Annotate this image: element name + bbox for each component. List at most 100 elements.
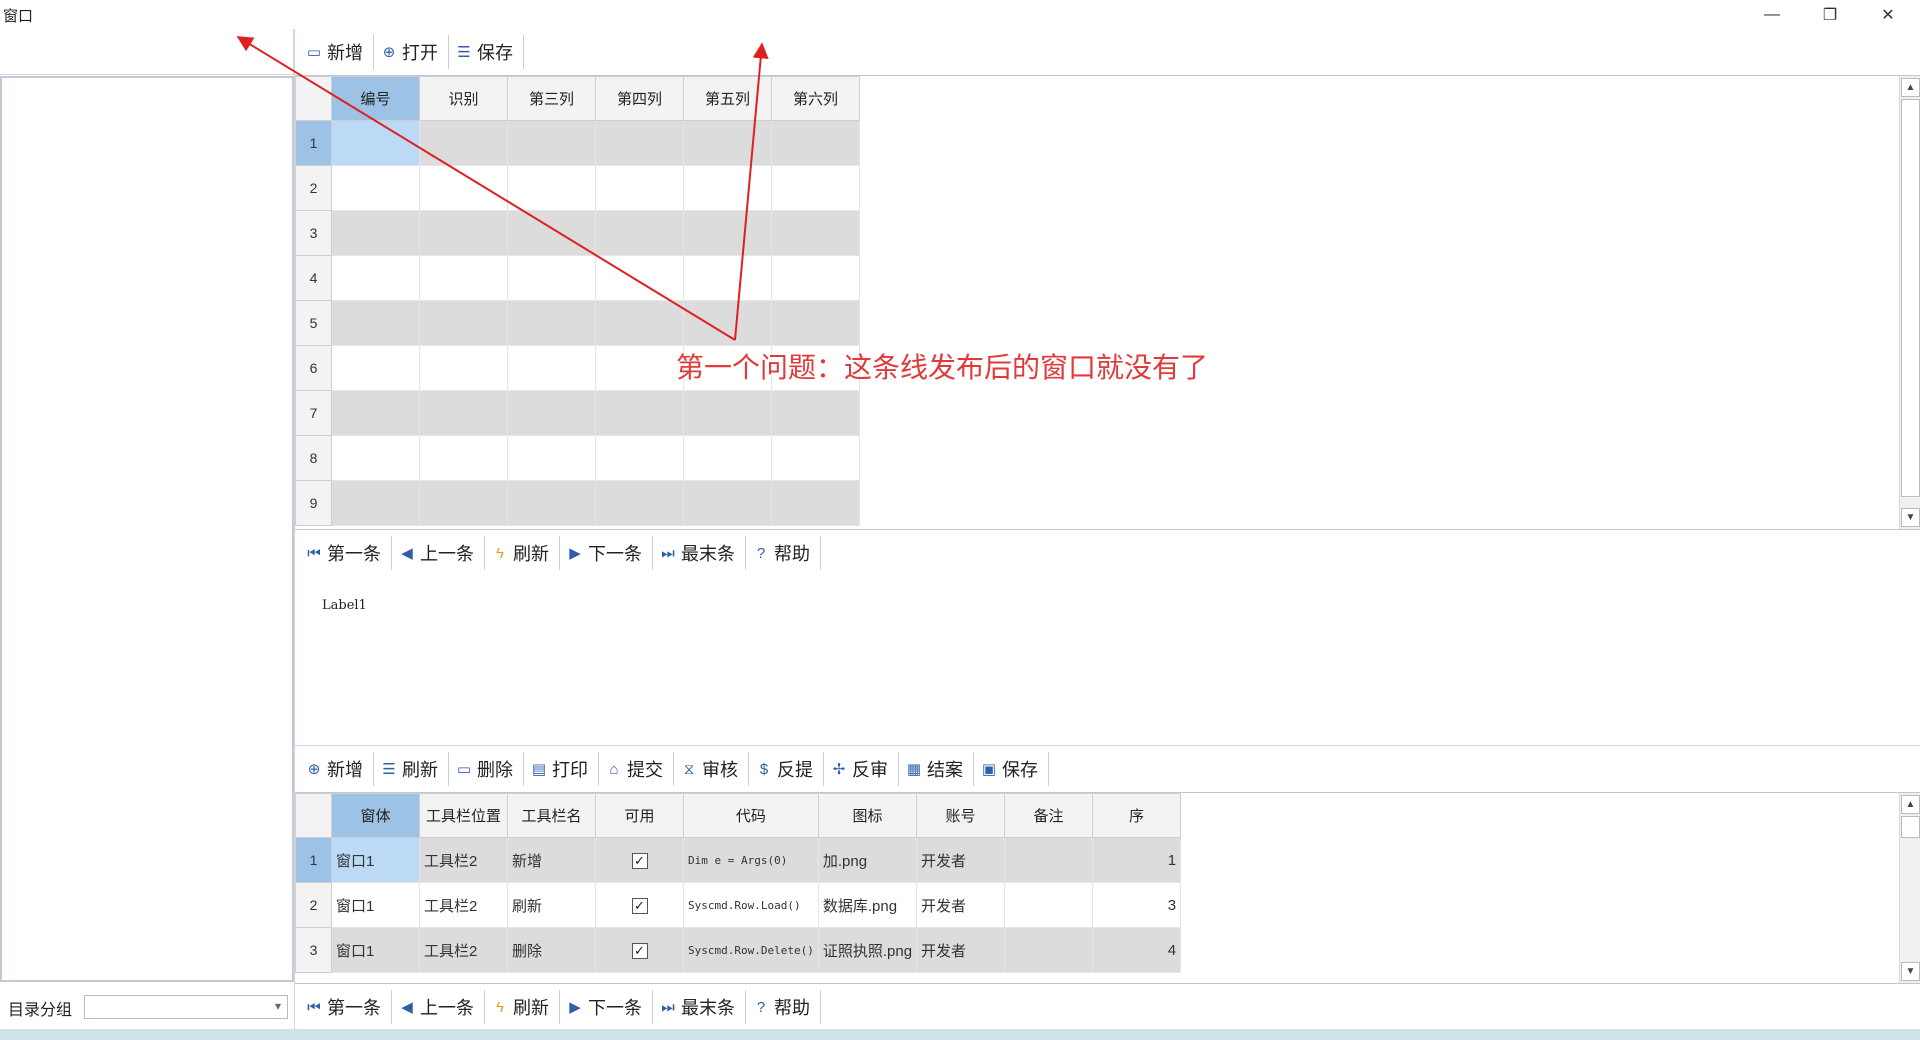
scroll-thumb[interactable] xyxy=(1901,99,1920,497)
column-header[interactable]: 识别 xyxy=(419,76,508,121)
column-header[interactable]: 图标 xyxy=(817,793,918,838)
grid-cell[interactable] xyxy=(419,300,508,346)
grid-cell[interactable] xyxy=(419,435,508,481)
grid-cell[interactable] xyxy=(507,165,596,211)
toolbar2-print-button[interactable]: ▤ 打印 xyxy=(528,752,599,786)
grid-cell-account[interactable]: 开发者 xyxy=(916,927,1006,973)
grid-cell-icon[interactable]: 加.png xyxy=(817,837,918,883)
grid-cell[interactable] xyxy=(331,345,420,391)
restore-button[interactable]: ❐ xyxy=(1801,0,1859,29)
grid-cell[interactable] xyxy=(683,435,772,481)
grid-cell-form[interactable]: 窗口1 xyxy=(331,882,420,928)
toolbar-open-button[interactable]: ⊕ 打开 xyxy=(378,35,449,69)
grid-cell-seq[interactable]: 3 xyxy=(1092,882,1182,928)
table-row[interactable]: 7 xyxy=(295,390,860,436)
nav2-refresh-button[interactable]: ϟ 刷新 xyxy=(489,990,560,1024)
grid-cell[interactable] xyxy=(771,255,860,301)
row-header[interactable]: 1 xyxy=(295,837,332,883)
enabled-cell[interactable]: ✓ xyxy=(595,927,684,973)
table-row[interactable]: 3 xyxy=(295,210,860,256)
nav-next-button[interactable]: ▶ 下一条 xyxy=(564,536,653,570)
row-header[interactable]: 8 xyxy=(295,435,332,481)
nav2-prev-button[interactable]: ◀ 上一条 xyxy=(396,990,485,1024)
grid-cell[interactable] xyxy=(683,255,772,301)
toolbar2-refresh-button[interactable]: ☰ 刷新 xyxy=(378,752,449,786)
grid-cell[interactable] xyxy=(683,120,772,166)
table-row[interactable]: 9 xyxy=(295,480,860,526)
nav2-help-button[interactable]: ? 帮助 xyxy=(750,990,821,1024)
grid-cell[interactable] xyxy=(595,435,684,481)
scroll-up-icon[interactable]: ▲ xyxy=(1901,795,1920,814)
column-header[interactable]: 第六列 xyxy=(771,76,860,121)
row-header[interactable]: 3 xyxy=(295,927,332,973)
scroll-up-icon[interactable]: ▲ xyxy=(1901,78,1920,97)
grid-cell[interactable] xyxy=(595,210,684,256)
grid-cell-icon[interactable]: 数据库.png xyxy=(817,882,918,928)
grid-cell[interactable] xyxy=(595,390,684,436)
grid-cell[interactable] xyxy=(771,390,860,436)
grid-cell[interactable] xyxy=(771,120,860,166)
toolbar2-save-button[interactable]: ▣ 保存 xyxy=(978,752,1049,786)
nav-last-button[interactable]: ⏭ 最末条 xyxy=(657,536,746,570)
enabled-cell[interactable]: ✓ xyxy=(595,837,684,883)
row-header[interactable]: 7 xyxy=(295,390,332,436)
grid-cell[interactable] xyxy=(595,480,684,526)
chevron-down-icon[interactable]: ▾ xyxy=(275,999,281,1013)
grid-cell[interactable] xyxy=(419,210,508,256)
grid-corner[interactable] xyxy=(295,793,332,838)
nav2-next-button[interactable]: ▶ 下一条 xyxy=(564,990,653,1024)
column-header[interactable]: 第四列 xyxy=(595,76,684,121)
table-row[interactable]: 5 xyxy=(295,300,860,346)
grid-cell-code[interactable]: Dim e = Args(0) xyxy=(683,837,819,883)
grid-cell[interactable] xyxy=(419,480,508,526)
grid-cell-form[interactable]: 窗口1 xyxy=(331,837,420,883)
grid-cell-pos[interactable]: 工具栏2 xyxy=(419,927,508,973)
table-row[interactable]: 2 窗口1 工具栏2 刷新 ✓ Syscmd.Row.Load() 数据库.png 开发者 3 xyxy=(295,882,1182,928)
grid-cell[interactable] xyxy=(771,300,860,346)
table-row[interactable]: 8 xyxy=(295,435,860,481)
grid-cell-pos[interactable]: 工具栏2 xyxy=(419,882,508,928)
grid-cell-note[interactable] xyxy=(1004,837,1094,883)
toolbar2-add-button[interactable]: ⊕ 新增 xyxy=(303,752,374,786)
column-header[interactable]: 工具栏名 xyxy=(507,793,596,838)
grid-cell[interactable] xyxy=(595,345,684,391)
table-row[interactable]: 4 xyxy=(295,255,860,301)
group-combo[interactable]: ▾ xyxy=(84,995,288,1019)
grid-cell-name[interactable]: 新增 xyxy=(507,837,596,883)
column-header[interactable]: 备注 xyxy=(1004,793,1094,838)
grid-cell[interactable] xyxy=(419,390,508,436)
grid-cell[interactable] xyxy=(331,480,420,526)
column-header[interactable]: 编号 xyxy=(331,76,420,121)
nav-help-button[interactable]: ? 帮助 xyxy=(750,536,821,570)
data-grid-bottom[interactable]: 窗体 工具栏位置 工具栏名 可用 代码 图标 账号 备注序 1 窗口1 工具栏2 新增 ✓ Dim e =… xyxy=(295,793,1182,973)
row-header[interactable]: 1 xyxy=(295,120,332,166)
data-grid-top[interactable]: 编号 识别 第三列 第四列 第五列 第六列 1 2 3 4 5 6 7 8 9 xyxy=(295,76,860,526)
enabled-checkbox[interactable]: ✓ xyxy=(631,897,648,914)
grid-cell-account[interactable]: 开发者 xyxy=(916,882,1006,928)
grid-cell[interactable] xyxy=(595,165,684,211)
nav2-last-button[interactable]: ⏭ 最末条 xyxy=(657,990,746,1024)
grid-cell[interactable] xyxy=(331,210,420,256)
grid-cell[interactable] xyxy=(683,300,772,346)
scroll-down-icon[interactable]: ▼ xyxy=(1901,962,1920,981)
enabled-checkbox[interactable]: ✓ xyxy=(631,942,648,959)
grid-cell[interactable] xyxy=(331,435,420,481)
grid-cell-note[interactable] xyxy=(1004,927,1094,973)
grid-cell[interactable] xyxy=(331,255,420,301)
vertical-scrollbar[interactable]: ▲ ▼ xyxy=(1899,793,1920,983)
row-header[interactable]: 4 xyxy=(295,255,332,301)
toolbar2-withdraw-button[interactable]: $ 反提 xyxy=(753,752,824,786)
nav-prev-button[interactable]: ◀ 上一条 xyxy=(396,536,485,570)
grid-cell[interactable] xyxy=(595,255,684,301)
row-header[interactable]: 2 xyxy=(295,165,332,211)
grid-cell[interactable] xyxy=(595,120,684,166)
grid-cell[interactable] xyxy=(507,120,596,166)
directory-tree[interactable] xyxy=(0,76,294,982)
column-header[interactable]: 代码 xyxy=(683,793,819,838)
toolbar-add-button[interactable]: ▭ 新增 xyxy=(303,35,374,69)
grid-cell[interactable] xyxy=(771,210,860,256)
grid-cell[interactable] xyxy=(683,480,772,526)
grid-cell[interactable] xyxy=(595,300,684,346)
grid-cell[interactable] xyxy=(331,390,420,436)
nav2-first-button[interactable]: ⏮ 第一条 xyxy=(303,990,392,1024)
